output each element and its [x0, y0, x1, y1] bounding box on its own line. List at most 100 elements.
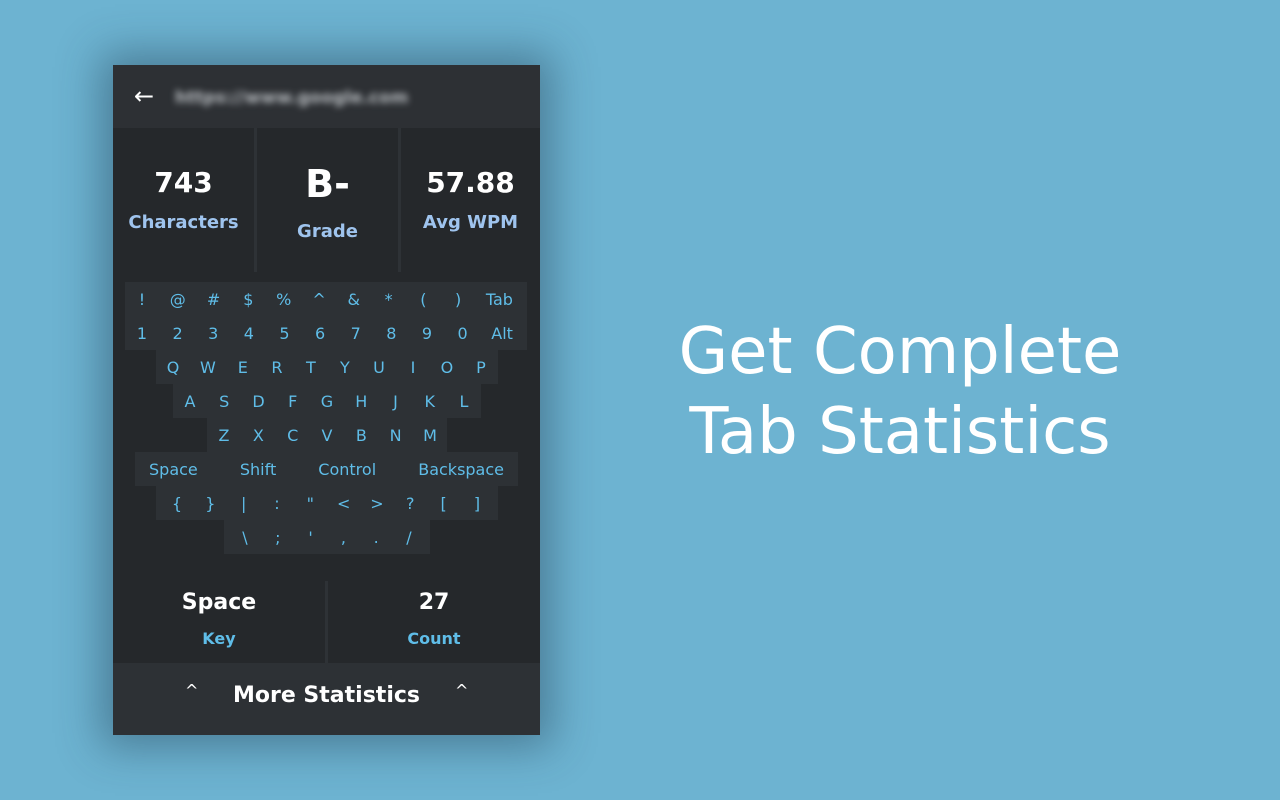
headline-line-1: Get Complete	[678, 315, 1122, 389]
keyboard-row: ! @ # $% ^ & * () Tab	[125, 282, 527, 316]
key[interactable]: F	[286, 392, 300, 411]
key[interactable]: C	[286, 426, 300, 445]
key[interactable]: .	[369, 528, 383, 547]
key[interactable]: O	[440, 358, 454, 377]
keyboard-row: Space Shift Control Backspace	[135, 452, 518, 486]
key[interactable]: ,	[336, 528, 350, 547]
key[interactable]: Y	[338, 358, 352, 377]
key[interactable]: 4	[242, 324, 256, 343]
top-stats: 743 Characters B- Grade 57.88 Avg WPM	[113, 128, 540, 274]
key[interactable]: E	[236, 358, 250, 377]
key[interactable]: '	[304, 528, 318, 547]
stat-avg-wpm: 57.88 Avg WPM	[401, 128, 540, 272]
key[interactable]: B	[354, 426, 368, 445]
bottom-stats: Space Key 27 Count	[113, 580, 540, 663]
keyboard-row: 1 2 3 4 5 6 7 8 9 0 Alt	[125, 316, 527, 350]
key[interactable]: \	[238, 528, 252, 547]
key[interactable]: S	[217, 392, 231, 411]
key[interactable]: 7	[349, 324, 363, 343]
key[interactable]: >	[370, 494, 384, 513]
extension-popup: ← https://www.google.com 743 Characters …	[113, 65, 540, 735]
stat-value: 57.88	[426, 166, 515, 199]
key[interactable]: )	[451, 290, 465, 309]
key[interactable]: J	[389, 392, 403, 411]
key[interactable]: }	[203, 494, 217, 513]
key[interactable]: I	[406, 358, 420, 377]
key[interactable]: L	[457, 392, 471, 411]
stat-key-count: 27 Count	[328, 580, 540, 663]
key[interactable]: *	[382, 290, 396, 309]
key[interactable]: {	[170, 494, 184, 513]
stat-value: 27	[418, 590, 450, 615]
key[interactable]: 0	[456, 324, 470, 343]
key[interactable]: P	[474, 358, 488, 377]
key[interactable]: #	[207, 290, 221, 309]
key[interactable]: ?	[403, 494, 417, 513]
stat-label: Characters	[128, 212, 239, 233]
key[interactable]: Space	[149, 460, 198, 479]
key[interactable]: 8	[384, 324, 398, 343]
headline-line-2: Tab Statistics	[689, 395, 1111, 469]
key[interactable]: D	[252, 392, 266, 411]
key[interactable]: ]	[470, 494, 484, 513]
key[interactable]: Control	[318, 460, 376, 479]
key[interactable]: 9	[420, 324, 434, 343]
keyboard-row: ZXCVBNM	[207, 418, 447, 452]
caret-up-icon: ^	[455, 681, 469, 700]
key[interactable]: <	[337, 494, 351, 513]
key[interactable]: (	[416, 290, 430, 309]
key[interactable]: U	[372, 358, 386, 377]
stat-label: Avg WPM	[422, 212, 519, 233]
keyboard-row: \; ',. /	[224, 520, 430, 554]
key[interactable]: "	[303, 494, 317, 513]
stat-value: 743	[154, 166, 213, 199]
key[interactable]: :	[270, 494, 284, 513]
key[interactable]: H	[354, 392, 368, 411]
key[interactable]: G	[320, 392, 334, 411]
keyboard-row: ASDFGHJKL	[173, 384, 481, 418]
key[interactable]: 2	[171, 324, 185, 343]
key[interactable]: 6	[313, 324, 327, 343]
stat-label: Key	[202, 629, 236, 648]
key[interactable]: @	[170, 290, 186, 309]
key[interactable]: Q	[166, 358, 180, 377]
key[interactable]: K	[423, 392, 437, 411]
key[interactable]: ;	[271, 528, 285, 547]
key[interactable]: Z	[217, 426, 231, 445]
key[interactable]: V	[320, 426, 334, 445]
key[interactable]: &	[347, 290, 361, 309]
promo-headline: Get Complete Tab Statistics	[600, 312, 1200, 472]
key[interactable]: %	[276, 290, 291, 309]
key[interactable]: [	[437, 494, 451, 513]
popup-header: ← https://www.google.com	[113, 65, 540, 128]
key[interactable]: |	[237, 494, 251, 513]
key[interactable]: T	[304, 358, 318, 377]
key[interactable]: 5	[278, 324, 292, 343]
key[interactable]: R	[270, 358, 284, 377]
stat-characters: 743 Characters	[113, 128, 254, 272]
key[interactable]: 1	[135, 324, 149, 343]
key[interactable]: A	[183, 392, 197, 411]
key[interactable]: W	[200, 358, 216, 377]
key[interactable]: Tab	[486, 290, 513, 309]
key[interactable]: Alt	[491, 324, 513, 343]
key[interactable]: Backspace	[418, 460, 504, 479]
key[interactable]: 3	[206, 324, 220, 343]
key[interactable]: ^	[312, 290, 326, 309]
key[interactable]: X	[251, 426, 265, 445]
stat-label: Count	[407, 629, 461, 648]
keyboard-row: QWERTYUIOP	[156, 350, 498, 384]
key[interactable]: !	[135, 290, 149, 309]
stat-value: Space	[181, 590, 257, 615]
stat-value: B-	[305, 162, 350, 206]
key[interactable]: Shift	[240, 460, 276, 479]
keyboard-row: {} |: " < >? []	[156, 486, 498, 520]
left-arrow-icon[interactable]: ←	[129, 79, 159, 113]
stat-label: Grade	[297, 221, 358, 242]
key[interactable]: N	[389, 426, 403, 445]
key[interactable]: /	[402, 528, 416, 547]
key[interactable]: M	[423, 426, 437, 445]
more-statistics-button[interactable]: ^ More Statistics ^	[113, 663, 540, 735]
more-statistics-label: More Statistics	[233, 683, 420, 708]
key[interactable]: $	[241, 290, 255, 309]
